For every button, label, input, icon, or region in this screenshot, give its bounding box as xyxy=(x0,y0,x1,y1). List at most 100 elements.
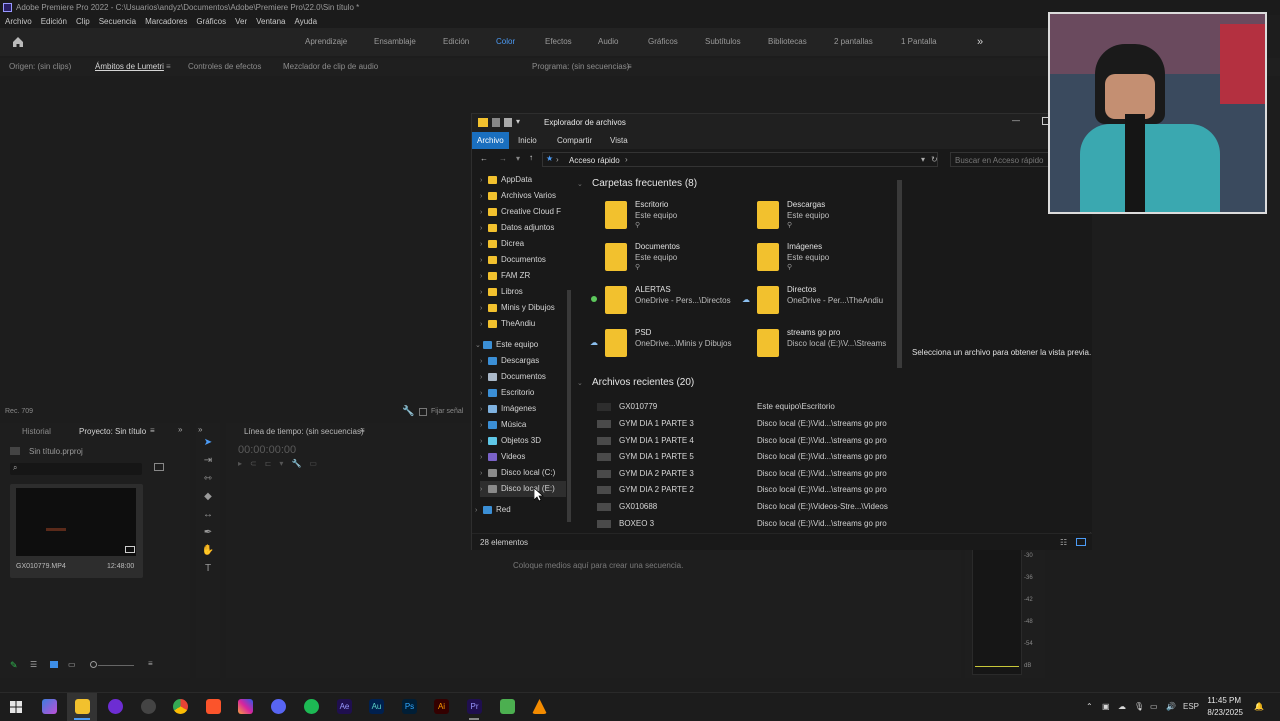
frequent-folder-item[interactable]: Imágenes Este equipo ⚲ xyxy=(757,240,907,280)
nav-item[interactable]: › Archivos Varios xyxy=(480,188,556,204)
nav-item[interactable]: › Disco local (C:) xyxy=(480,465,555,481)
frequent-folder-item[interactable]: ALERTAS OneDrive - Pers...\Directos xyxy=(605,283,755,323)
collapse-chevron-icon[interactable]: ⌄ xyxy=(577,379,583,387)
forward-arrow-icon[interactable]: → xyxy=(499,154,507,163)
frequent-folder-item[interactable]: streams go pro Disco local (E:)\V...\Stre… xyxy=(757,326,907,366)
program-menu-icon[interactable]: ≡ xyxy=(627,58,632,76)
workspace-2-pantallas[interactable]: 2 pantallas xyxy=(834,28,873,56)
workspace-aprendizaje[interactable]: Aprendizaje xyxy=(305,28,347,56)
project-search-input[interactable] xyxy=(10,463,142,475)
chrome-icon[interactable] xyxy=(173,699,188,714)
nav-item[interactable]: › Videos xyxy=(480,449,525,465)
sort-icon[interactable]: ≡ xyxy=(148,659,153,668)
home-icon[interactable] xyxy=(12,36,24,48)
instagram-icon[interactable] xyxy=(238,699,253,714)
menu-clip[interactable]: Clip xyxy=(76,17,90,26)
nav-item[interactable]: › TheAndiu xyxy=(480,316,535,332)
more-workspaces-icon[interactable]: » xyxy=(977,28,983,56)
recent-file-row[interactable]: GYM DIA 2 PARTE 2 Disco local (E:)\Vid...… xyxy=(577,482,902,498)
nav-item[interactable]: › Documentos xyxy=(480,369,546,385)
nav-item[interactable]: › Música xyxy=(480,417,526,433)
timecode-display[interactable]: 00:00:00:00 xyxy=(238,444,296,456)
nav-item[interactable]: › Descargas xyxy=(480,353,539,369)
menu-ventana[interactable]: Ventana xyxy=(256,17,285,26)
clock-time[interactable]: 11:45 PM xyxy=(1207,696,1241,705)
frequent-folder-item[interactable]: Escritorio Este equipo ⚲ xyxy=(605,198,755,238)
rec-709-label[interactable]: Rec. 709 xyxy=(5,408,33,415)
nav-item[interactable]: › Escritorio xyxy=(480,385,534,401)
network-tray-icon[interactable]: ▭ xyxy=(1150,693,1158,721)
tab-effect-controls[interactable]: Controles de efectos xyxy=(188,58,261,76)
premiere-icon[interactable]: Pr xyxy=(467,699,482,714)
frequent-folder-item[interactable]: Directos OneDrive - Per...\TheAndiu xyxy=(757,283,907,323)
workspace-color[interactable]: Color xyxy=(496,28,515,56)
zoom-slider-handle[interactable] xyxy=(90,661,97,668)
workspace-efectos[interactable]: Efectos xyxy=(545,28,572,56)
nav-scrollbar[interactable] xyxy=(567,290,571,522)
back-arrow-icon[interactable]: ← xyxy=(480,154,488,163)
tab-program[interactable]: Programa: (sin secuencias) xyxy=(532,58,629,76)
ribbon-tab-vista[interactable]: Vista xyxy=(610,132,628,149)
recent-file-row[interactable]: GYM DIA 1 PARTE 5 Disco local (E:)\Vid...… xyxy=(577,449,902,465)
recent-file-row[interactable]: GYM DIA 1 PARTE 3 Disco local (E:)\Vid...… xyxy=(577,416,902,432)
minecraft-icon[interactable] xyxy=(500,699,515,714)
workspace-audio[interactable]: Audio xyxy=(598,28,618,56)
spotify-icon[interactable] xyxy=(304,699,319,714)
hand-tool-icon[interactable]: ✋ xyxy=(201,545,215,559)
track-select-tool-icon[interactable]: ⇥ xyxy=(201,455,215,469)
workspace-1-pantalla[interactable]: 1 Pantalla xyxy=(901,28,937,56)
workspace-ensamblaje[interactable]: Ensamblaje xyxy=(374,28,416,56)
language-indicator[interactable]: ESP xyxy=(1183,693,1199,721)
audition-icon[interactable]: Au xyxy=(369,699,384,714)
ripple-edit-tool-icon[interactable]: ⇿ xyxy=(201,473,215,487)
nav-item-hovered[interactable]: › Disco local (E:) xyxy=(480,481,566,497)
timeline-menu-icon[interactable]: ≡ xyxy=(360,426,365,435)
up-arrow-icon[interactable]: ↑ xyxy=(529,153,533,162)
panel-menu-icon[interactable]: ≡ xyxy=(166,58,171,76)
nav-item[interactable]: › Objetos 3D xyxy=(480,433,541,449)
workspace-subtitulos[interactable]: Subtítulos xyxy=(705,28,741,56)
illustrator-icon[interactable]: Ai xyxy=(434,699,449,714)
discord-icon[interactable] xyxy=(271,699,286,714)
tab-lumetri-scopes[interactable]: Ámbitos de Lumetri xyxy=(95,58,164,76)
nav-network[interactable]: › Red xyxy=(475,502,511,518)
selection-tool-icon[interactable]: ➤ xyxy=(201,437,215,451)
type-tool-icon[interactable]: T xyxy=(201,563,215,577)
menu-graficos[interactable]: Gráficos xyxy=(196,17,226,26)
menu-secuencia[interactable]: Secuencia xyxy=(99,17,136,26)
nav-item[interactable]: › Documentos xyxy=(480,252,546,268)
menu-archivo[interactable]: Archivo xyxy=(5,17,32,26)
zoom-slider-track[interactable] xyxy=(98,665,134,666)
vlc-icon[interactable] xyxy=(532,699,547,714)
nav-item[interactable]: › AppData xyxy=(480,172,532,188)
photoshop-icon[interactable]: Ps xyxy=(402,699,417,714)
fix-signal-checkbox[interactable] xyxy=(419,408,427,416)
details-view-icon[interactable]: ☷ xyxy=(1060,538,1067,547)
tab-source[interactable]: Origen: (sin clips) xyxy=(9,58,71,76)
quick-access-toolbar-icon[interactable] xyxy=(492,118,500,127)
pencil-icon[interactable]: ✎ xyxy=(10,660,18,671)
tools-expand-icon[interactable]: » xyxy=(198,425,202,434)
new-folder-icon[interactable] xyxy=(504,118,512,127)
volume-icon[interactable]: 🔊 xyxy=(1166,693,1176,721)
menu-ayuda[interactable]: Ayuda xyxy=(295,17,318,26)
tab-audio-clip-mixer[interactable]: Mezclador de clip de audio xyxy=(283,58,378,76)
icon-view-icon[interactable] xyxy=(50,661,58,668)
recent-file-row[interactable]: GX010688 Disco local (E:)\Videos-Stre...\… xyxy=(577,499,902,515)
clock-date[interactable]: 8/23/2025 xyxy=(1203,708,1243,717)
address-dropdown-icon[interactable]: ▾ xyxy=(921,155,925,164)
recent-files-header[interactable]: Archivos recientes (20) xyxy=(592,377,694,388)
large-icons-view-icon[interactable] xyxy=(1076,538,1086,546)
ribbon-tab-compartir[interactable]: Compartir xyxy=(557,132,592,149)
menu-edicion[interactable]: Edición xyxy=(41,17,67,26)
copilot-icon[interactable] xyxy=(42,699,57,714)
slip-tool-icon[interactable]: ↔ xyxy=(201,509,215,523)
new-bin-icon[interactable] xyxy=(154,463,164,471)
recent-file-row[interactable]: GYM DIA 1 PARTE 4 Disco local (E:)\Vid...… xyxy=(577,433,902,449)
address-bar[interactable]: ★ › Acceso rápido › ▾ ↻ xyxy=(542,152,938,167)
expand-panels-icon[interactable]: » xyxy=(178,425,182,434)
nav-item[interactable]: › Dicrea xyxy=(480,236,524,252)
frequent-folder-item[interactable]: PSD OneDrive...\Minis y Dibujos xyxy=(605,326,755,366)
razor-tool-icon[interactable]: ◆ xyxy=(201,491,215,505)
clip-thumbnail-card[interactable]: GX010779.MP4 12:48:00 xyxy=(10,484,143,578)
